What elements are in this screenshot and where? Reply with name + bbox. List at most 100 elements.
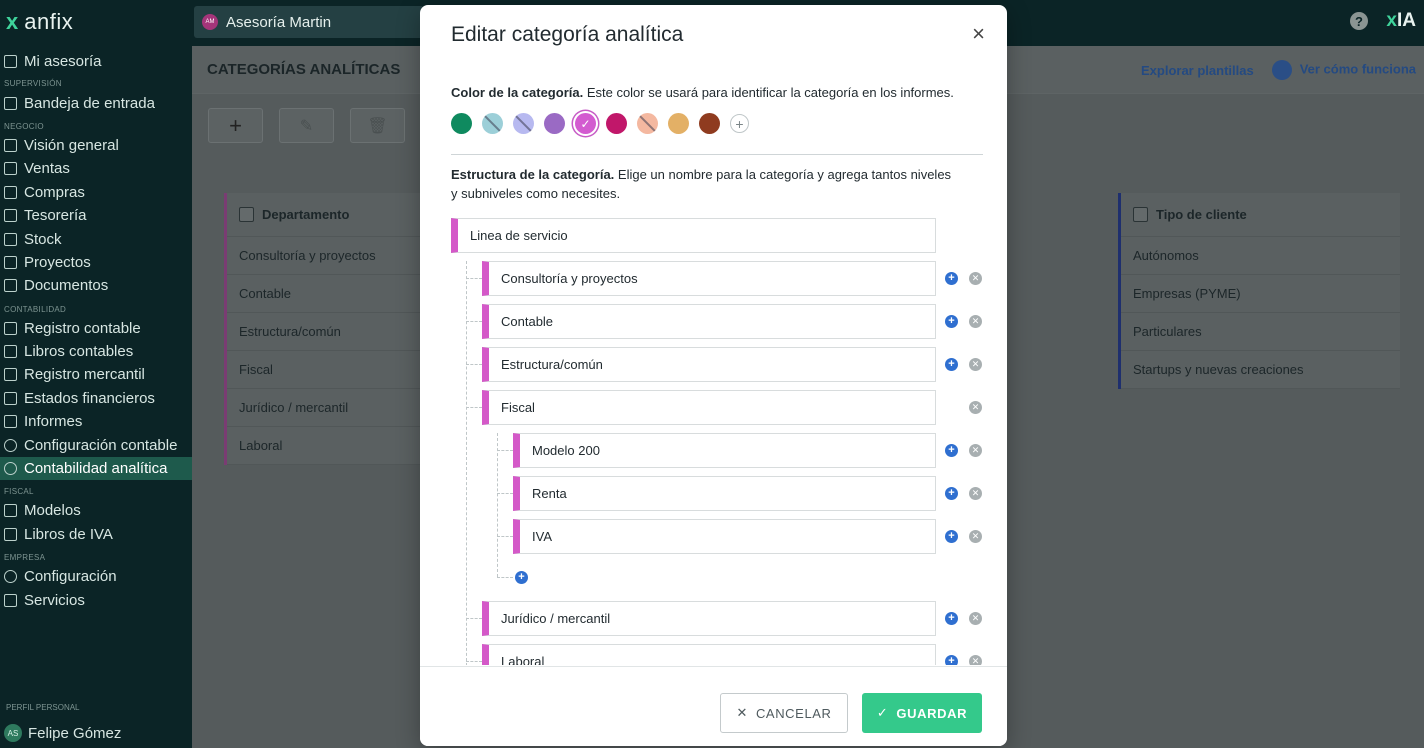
remove-item-icon[interactable]: ✕ — [969, 655, 982, 665]
edit-button[interactable]: ✎ — [279, 108, 334, 143]
company-name: Asesoría Martin — [226, 13, 332, 31]
sidebar-item-tesoreria[interactable]: Tesorería — [0, 204, 192, 227]
how-it-works-link[interactable]: Ver cómo funciona — [1271, 60, 1416, 80]
sidebar-item-label: Visión general — [24, 136, 119, 154]
card-row[interactable]: Laboral — [227, 427, 420, 465]
help-icon[interactable]: ? — [1350, 12, 1368, 30]
level2-item-input[interactable]: IVA — [513, 519, 936, 554]
sidebar-item-configuracion-contable[interactable]: Configuración contable — [0, 433, 192, 456]
color-swatch[interactable] — [482, 113, 503, 134]
remove-item-icon[interactable]: ✕ — [969, 487, 982, 500]
add-subitem-button[interactable]: + — [945, 315, 958, 328]
sidebar-item-stock[interactable]: Stock — [0, 227, 192, 250]
sidebar-item-modelos[interactable]: Modelos — [0, 499, 192, 522]
sidebar-item-informes[interactable]: Informes — [0, 410, 192, 433]
card-row[interactable]: Contable — [227, 275, 420, 313]
remove-item-icon[interactable]: ✕ — [969, 444, 982, 457]
level1-item-input[interactable]: Consultoría y proyectos — [482, 261, 936, 296]
modal-body: Color de la categoría. Este color se usa… — [420, 65, 1007, 665]
save-button[interactable]: ✓ GUARDAR — [862, 693, 982, 733]
card-title: Departamento — [262, 207, 350, 222]
color-swatch[interactable] — [699, 113, 720, 134]
card-row[interactable]: Consultoría y proyectos — [227, 237, 420, 275]
add-subitem-button[interactable]: + — [945, 487, 958, 500]
level1-item-input[interactable]: Contable — [482, 304, 936, 339]
sidebar-item-proyectos[interactable]: Proyectos — [0, 251, 192, 274]
level1-item-input[interactable]: Estructura/común — [482, 347, 936, 382]
toolbar: + ✎ 🗑 — [208, 108, 405, 143]
color-swatch[interactable] — [668, 113, 689, 134]
sidebar-item-documentos[interactable]: Documentos — [0, 274, 192, 297]
color-swatch[interactable] — [606, 113, 627, 134]
ia-assistant-button[interactable]: xIA — [1386, 10, 1416, 32]
sidebar: x anfix Mi asesoría SUPERVISIÓN Bandeja d… — [0, 0, 192, 748]
level1-item-input[interactable]: Fiscal — [482, 390, 936, 425]
sidebar-item-configuracion[interactable]: Configuración — [0, 565, 192, 588]
card-header[interactable]: Tipo de cliente — [1121, 193, 1400, 237]
remove-item-icon[interactable]: ✕ — [969, 358, 982, 371]
category-root-input[interactable]: Linea de servicio — [451, 218, 936, 253]
card-row[interactable]: Estructura/común — [227, 313, 420, 351]
card-row[interactable]: Fiscal — [227, 351, 420, 389]
level2-item-input[interactable]: Renta — [513, 476, 936, 511]
sidebar-item-servicios[interactable]: Servicios — [0, 588, 192, 611]
level1-item-input[interactable]: Laboral — [482, 644, 936, 665]
color-swatch[interactable] — [544, 113, 565, 134]
level2-item-input[interactable]: Modelo 200 — [513, 433, 936, 468]
explore-templates-link[interactable]: Explorar plantillas — [1141, 63, 1254, 78]
remove-item-icon[interactable]: ✕ — [969, 315, 982, 328]
card-row[interactable]: Empresas (PYME) — [1121, 275, 1400, 313]
tree-connector — [497, 433, 498, 577]
menu-icon — [4, 504, 17, 518]
card-row[interactable]: Jurídico / mercantil — [227, 389, 420, 427]
brand-logo[interactable]: x anfix — [0, 0, 192, 44]
remove-item-icon[interactable]: ✕ — [969, 530, 982, 543]
company-selector[interactable]: AM Asesoría Martin — [194, 6, 424, 38]
profile-menu[interactable]: AS Felipe Gómez — [4, 724, 121, 742]
add-subitem-button[interactable]: + — [945, 530, 958, 543]
color-section-text: Este color se usará para identificar la … — [583, 85, 954, 100]
sidebar-item-registro-contable[interactable]: Registro contable — [0, 317, 192, 340]
add-subitem-button[interactable]: + — [945, 612, 958, 625]
remove-item-icon[interactable]: ✕ — [969, 272, 982, 285]
sidebar-item-compras[interactable]: Compras — [0, 181, 192, 204]
color-swatch[interactable] — [637, 113, 658, 134]
color-swatch[interactable] — [451, 113, 472, 134]
sidebar-item-label: Ventas — [24, 160, 70, 178]
sidebar-item-ventas[interactable]: Ventas — [0, 157, 192, 180]
tree-connector — [497, 536, 513, 537]
sidebar-item-mi-asesoria[interactable]: Mi asesoría — [0, 50, 192, 73]
sidebar-item-vision-general[interactable]: Visión general — [0, 134, 192, 157]
sidebar-item-libros-de-iva[interactable]: Libros de IVA — [0, 523, 192, 546]
add-button[interactable]: + — [208, 108, 263, 143]
card-row[interactable]: Startups y nuevas creaciones — [1121, 351, 1400, 389]
card-checkbox[interactable] — [239, 207, 254, 222]
remove-item-icon[interactable]: ✕ — [969, 612, 982, 625]
card-row[interactable]: Particulares — [1121, 313, 1400, 351]
close-icon[interactable]: × — [972, 23, 985, 45]
add-color-button[interactable]: + — [730, 114, 749, 133]
sidebar-item-contabilidad-analitica[interactable]: Contabilidad analítica — [0, 456, 192, 481]
add-subitem-button[interactable]: + — [945, 272, 958, 285]
sidebar-item-bandeja-de-entrada[interactable]: Bandeja de entrada — [0, 91, 192, 114]
level1-item-input[interactable]: Jurídico / mercantil — [482, 601, 936, 636]
cancel-button[interactable]: ✕ CANCELAR — [720, 693, 848, 733]
card-row[interactable]: Autónomos — [1121, 237, 1400, 275]
card-header[interactable]: Departamento — [227, 193, 420, 237]
sidebar-item-estados-financieros[interactable]: Estados financieros — [0, 387, 192, 410]
add-subitem-button[interactable]: + — [945, 655, 958, 665]
card-checkbox[interactable] — [1133, 207, 1148, 222]
menu-icon — [4, 415, 17, 429]
tree-connector — [466, 407, 482, 408]
remove-item-icon[interactable]: ✕ — [969, 401, 982, 414]
delete-button[interactable]: 🗑 — [350, 108, 405, 143]
structure-section-title: Estructura de la categoría. — [451, 167, 615, 182]
add-subitem-button[interactable]: + — [945, 358, 958, 371]
color-swatch[interactable]: ✓ — [575, 113, 596, 134]
add-subitem-button[interactable]: + — [945, 444, 958, 457]
sidebar-item-registro-mercantil[interactable]: Registro mercantil — [0, 363, 192, 386]
add-sublevel-button[interactable]: + — [515, 571, 528, 584]
sidebar-item-libros-contables[interactable]: Libros contables — [0, 340, 192, 363]
divider — [451, 154, 983, 155]
color-swatch[interactable] — [513, 113, 534, 134]
